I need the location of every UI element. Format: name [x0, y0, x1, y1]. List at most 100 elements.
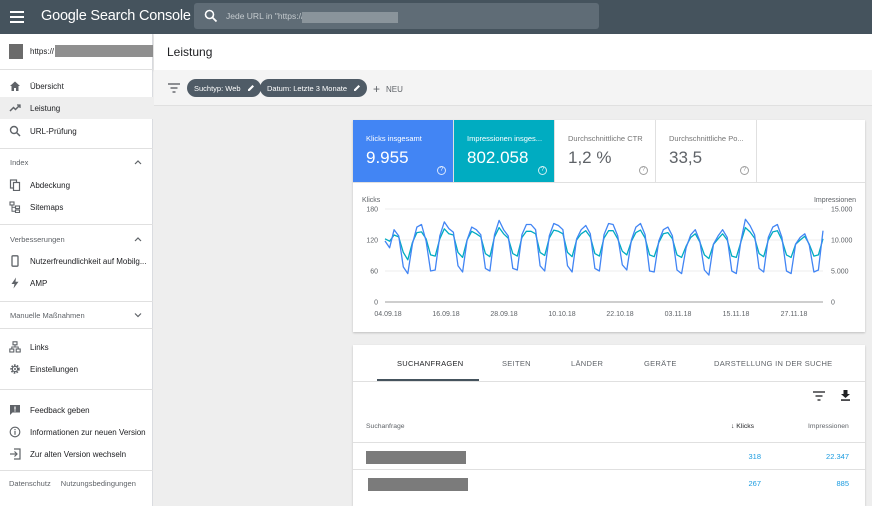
section-header-index[interactable]: Index	[10, 158, 28, 167]
page-header: Leistung	[154, 34, 872, 70]
performance-line-chart: Klicks Impressionen 180 15.000 120 10.000 60…	[362, 197, 856, 318]
sidebar-divider	[0, 301, 153, 302]
metric-average-ctr[interactable]: Durchschnittliche CTR 1,2 % ?	[555, 120, 656, 182]
section-header-manual-actions[interactable]: Manuelle Maßnahmen	[10, 311, 85, 320]
right-tick-label: 0	[831, 300, 835, 307]
section-header-improvements[interactable]: Verbesserungen	[10, 235, 65, 244]
url-inspection-search[interactable]: Jede URL in "https://	[194, 3, 599, 29]
tab-countries[interactable]: LÄNDER	[571, 359, 603, 368]
sidebar-item-performance[interactable]: Leistung	[0, 97, 153, 119]
sidebar-item-old-version[interactable]: Zur alten Version wechseln	[0, 443, 153, 465]
new-filter-label: NEU	[386, 85, 403, 94]
bolt-icon	[11, 277, 19, 289]
table-row-divider	[353, 469, 865, 470]
sidebar-item-links[interactable]: Links	[0, 336, 153, 358]
sidebar-item-overview[interactable]: Übersicht	[0, 75, 153, 97]
redacted-query-cell[interactable]	[366, 451, 466, 464]
help-icon[interactable]: ?	[538, 166, 547, 175]
privacy-link[interactable]: Datenschutz	[9, 479, 51, 488]
download-icon[interactable]	[840, 389, 851, 401]
phone-icon	[11, 255, 19, 267]
sidebar-item-coverage[interactable]: Abdeckung	[0, 174, 153, 196]
right-tick-label: 5.000	[831, 269, 849, 276]
hamburger-menu-icon[interactable]	[10, 11, 24, 23]
edit-pencil-icon	[354, 85, 361, 91]
chevron-up-icon[interactable]	[134, 236, 142, 242]
right-axis-label: Impressionen	[814, 197, 856, 204]
metric-label: Klicks insgesamt	[366, 134, 422, 143]
table-cell-clicks: 267	[748, 479, 761, 488]
table-filter-icon[interactable]	[813, 391, 825, 401]
sidebar-item-amp[interactable]: AMP	[0, 272, 153, 294]
gear-icon	[10, 364, 20, 374]
results-table-card: SUCHANFRAGEN SEITEN LÄNDER GERÄTE DARSTE…	[353, 345, 865, 506]
x-tick-label: 15.11.18	[723, 311, 750, 318]
chart-series	[384, 218, 824, 276]
sidebar-item-feedback[interactable]: Feedback geben	[0, 399, 153, 421]
metric-value: 802.058	[467, 148, 529, 167]
sidebar-divider	[0, 389, 153, 390]
filter-icon[interactable]	[168, 83, 180, 93]
edit-pencil-icon	[247, 85, 254, 91]
sidebar-item-label: AMP	[30, 279, 48, 288]
sidebar-divider	[0, 224, 153, 225]
filter-bar: Suchtyp: Web Datum: Letzte 3 Monate + NEU	[154, 70, 872, 106]
sitemap-icon	[9, 201, 21, 213]
column-header-impressions[interactable]: Impressionen	[808, 423, 849, 430]
sidebar-item-url-inspection[interactable]: URL-Prüfung	[0, 120, 153, 142]
chevron-down-icon[interactable]	[134, 312, 142, 318]
metric-average-position[interactable]: Durchschnittliche Po... 33,5 ?	[656, 120, 757, 182]
column-header-clicks-label: Klicks	[736, 423, 755, 430]
help-icon[interactable]: ?	[740, 166, 749, 175]
sidebar-divider	[0, 328, 153, 329]
tab-queries[interactable]: SUCHANFRAGEN	[397, 359, 464, 368]
column-header-clicks[interactable]: ↓ Klicks	[731, 423, 754, 430]
sidebar-item-label: Zur alten Version wechseln	[30, 450, 127, 459]
new-filter-button[interactable]: + NEU	[373, 82, 403, 96]
column-header-query[interactable]: Suchanfrage	[366, 423, 405, 430]
help-icon[interactable]: ?	[437, 166, 446, 175]
sidebar-item-settings[interactable]: Einstellungen	[0, 358, 153, 380]
search-placeholder[interactable]: Jede URL in "https://	[226, 11, 303, 21]
sidebar-item-mobile-usability[interactable]: Nutzerfreundlichkeit auf Mobilg...	[0, 250, 153, 272]
metric-value: 9.955	[366, 148, 409, 167]
sidebar-item-label: URL-Prüfung	[30, 127, 77, 136]
metric-value: 1,2 %	[568, 148, 612, 167]
sidebar-item-sitemaps[interactable]: Sitemaps	[0, 196, 153, 218]
sidebar-divider	[0, 470, 153, 471]
tab-devices[interactable]: GERÄTE	[644, 359, 677, 368]
sort-down-arrow-icon: ↓	[731, 423, 735, 430]
metric-label: Impressionen insges...	[467, 134, 543, 143]
x-tick-label: 04.09.18	[374, 311, 401, 318]
page-title: Leistung	[167, 45, 213, 59]
sidebar-item-label: Feedback geben	[30, 406, 90, 415]
tab-search-appearance[interactable]: DARSTELLUNG IN DER SUCHE	[714, 359, 832, 368]
metric-total-impressions[interactable]: Impressionen insges... 802.058 ?	[454, 120, 555, 182]
property-selector[interactable]: https://	[0, 34, 153, 70]
exit-icon	[10, 448, 21, 460]
app-logo[interactable]: Google Search Console	[41, 8, 191, 24]
table-header-divider	[353, 442, 865, 443]
property-url-prefix: https://	[30, 47, 55, 56]
copy-icon	[9, 179, 21, 191]
table-cell-impressions: 885	[836, 479, 849, 488]
terms-link[interactable]: Nutzungsbedingungen	[61, 479, 136, 488]
table-cell-impressions: 22.347	[826, 452, 849, 461]
links-icon	[9, 341, 21, 353]
sidebar-item-label: Abdeckung	[30, 181, 71, 190]
chevron-up-icon[interactable]	[134, 159, 142, 165]
sidebar: https:// Übersicht Leistung URL-Prüfung …	[0, 34, 153, 506]
metric-total-clicks[interactable]: Klicks insgesamt 9.955 ?	[353, 120, 454, 182]
search-type-filter-chip[interactable]: Suchtyp: Web	[187, 79, 261, 97]
help-icon[interactable]: ?	[639, 166, 648, 175]
chip-label: Datum: Letzte 3 Monate	[267, 84, 348, 93]
date-filter-chip[interactable]: Datum: Letzte 3 Monate	[260, 79, 368, 97]
sidebar-item-label: Sitemaps	[30, 203, 64, 212]
property-favicon	[9, 44, 23, 59]
sidebar-item-new-version-info[interactable]: Informationen zur neuen Version	[0, 421, 153, 443]
x-tick-label: 16.09.18	[432, 311, 459, 318]
redacted-query-cell[interactable]	[368, 478, 468, 491]
tab-pages[interactable]: SEITEN	[502, 359, 531, 368]
left-tick-label: 180	[366, 207, 378, 214]
tabs-divider	[353, 381, 865, 382]
